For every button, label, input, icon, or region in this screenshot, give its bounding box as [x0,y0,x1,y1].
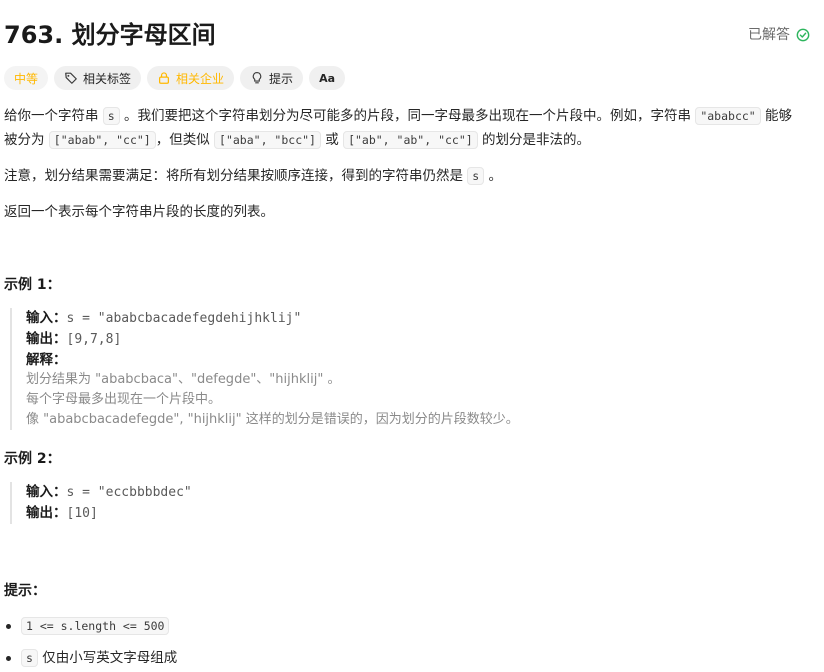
related-tags-label: 相关标签 [83,71,132,86]
example-1-explain-line: 每个字母最多出现在一个片段中。 [26,392,222,407]
inline-code: ["abab", "cc"] [48,131,156,149]
solved-status: 已解答 [748,24,810,46]
example-2-output: [10] [66,506,98,521]
example-2-block: 输入：s = "eccbbbbdec" 输出：[10] [10,482,816,524]
difficulty-label: 中等 [14,71,39,86]
hints-button[interactable]: 提示 [240,66,304,90]
tag-icon [65,72,77,84]
related-companies-button[interactable]: 相关企业 [147,66,235,90]
problem-title: 763. 划分字母区间 [4,21,216,49]
inline-code: s [467,167,485,185]
font-toggle-button[interactable]: Aa [309,66,345,90]
related-companies-label: 相关企业 [176,71,225,86]
constraints-list: 1 <= s.length <= 500 s 仅由小写英文字母组成 [4,614,816,670]
inline-code: s [21,649,38,667]
bullet-dot [6,623,11,629]
bullet-dot [6,655,11,661]
lock-icon [159,72,170,84]
solved-label: 已解答 [748,27,790,43]
description-paragraph-2: 注意，划分结果需要满足：将所有划分结果按顺序连接，得到的字符串仍然是 s 。 [4,167,503,185]
inline-code: "ababcc" [695,107,761,125]
hints-label: 提示 [269,71,294,86]
description-paragraph-1: 给你一个字符串 s 。我们要把这个字符串划分为尽可能多的片段，同一字母最多出现在… [4,107,793,149]
font-toggle-icon: Aa [319,71,335,85]
check-circle-icon [796,28,810,42]
example-1-input: s = "ababcbacadefegdehijhklij" [66,311,302,326]
inline-code: ["aba", "bcc"] [214,131,321,149]
description-paragraph-3: 返回一个表示每个字符串片段的长度的列表。 [4,204,274,220]
lightbulb-icon [252,72,262,84]
example-1-heading: 示例 1： [4,277,61,293]
constraints-heading: 提示： [4,583,46,599]
tag-bar: 中等 相关标签 相关企业 提示 Aa [4,66,345,90]
constraint-item: 1 <= s.length <= 500 [4,614,816,638]
example-1-block: 输入：s = "ababcbacadefegdehijhklij" 输出：[9,… [10,308,816,430]
example-1-output: [9,7,8] [66,332,122,347]
inline-code: s [102,107,120,125]
title-row: 763. 划分字母区间 已解答 [4,18,814,52]
example-1-explain-line: 像 "ababcbacadefegde", "hijhklij" 这样的划分是错… [26,412,519,427]
related-tags-button[interactable]: 相关标签 [54,66,142,90]
inline-code: 1 <= s.length <= 500 [21,617,170,635]
example-1-explain-line: 划分结果为 "ababcbaca"、"defegde"、"hijhklij" 。 [26,372,341,387]
example-2-heading: 示例 2： [4,451,61,467]
example-2-input: s = "eccbbbbdec" [66,485,192,500]
difficulty-badge: 中等 [4,66,49,90]
constraint-item: s 仅由小写英文字母组成 [4,646,816,670]
inline-code: ["ab", "ab", "cc"] [343,131,478,149]
problem-description: 给你一个字符串 s 。我们要把这个字符串划分为尽可能多的片段，同一字母最多出现在… [4,104,816,670]
